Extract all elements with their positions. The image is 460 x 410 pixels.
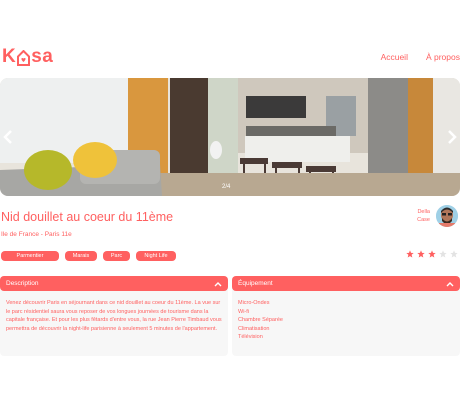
- description-toggle[interactable]: Description: [0, 276, 228, 291]
- star-rating: [406, 250, 458, 258]
- star-icon: [439, 250, 447, 258]
- previous-arrow-icon[interactable]: [3, 129, 13, 145]
- tag-item: Parc: [103, 251, 130, 261]
- star-icon: [417, 250, 425, 258]
- description-collapse: Description Venez découvrir Paris en séj…: [0, 276, 228, 356]
- host-portrait: [436, 205, 458, 227]
- gallery-carousel: 2/4: [0, 78, 460, 196]
- description-title: Description: [6, 280, 39, 287]
- host-info: Della Case: [417, 205, 458, 227]
- star-icon: [450, 250, 458, 258]
- host-avatar: [436, 205, 458, 227]
- main-nav: Accueil À propos: [381, 52, 460, 62]
- header: K sa Accueil À propos: [0, 44, 460, 74]
- equipment-item: Chambre Séparée: [238, 317, 283, 323]
- equipment-item: Télévision: [238, 334, 263, 340]
- equipment-title: Équipement: [238, 280, 273, 287]
- gallery-counter: 2/4: [222, 184, 231, 190]
- tag-list: Parmentier Marais Parc Night Life: [1, 251, 176, 261]
- equipment-item: Climatisation: [238, 325, 270, 332]
- equipment-toggle[interactable]: Équipement: [232, 276, 460, 291]
- star-icon: [406, 250, 414, 258]
- host-last-name: Case: [417, 217, 430, 223]
- tag-item: Parmentier: [1, 251, 59, 261]
- listing-location: Ile de France - Paris 11e: [1, 231, 72, 238]
- host-name: Della Case: [417, 208, 430, 224]
- apartment-photo: [0, 78, 460, 196]
- star-icon: [428, 250, 436, 258]
- house-icon: [17, 50, 31, 66]
- equipment-list: Micro-Ondes Wi-fi Chambre Séparée Climat…: [232, 288, 460, 356]
- logo-letter-k: K: [2, 46, 17, 67]
- next-arrow-icon[interactable]: [447, 129, 457, 145]
- kasa-logo[interactable]: K sa: [2, 46, 53, 68]
- equipment-item: Micro-Ondes: [238, 300, 270, 306]
- listing-title: Nid douillet au coeur du 11ème: [1, 210, 174, 224]
- nav-link-a-propos[interactable]: À propos: [426, 52, 460, 62]
- equipment-collapse: Équipement Micro-Ondes Wi-fi Chambre Sép…: [232, 276, 460, 356]
- logo-letters-sa: sa: [31, 46, 54, 67]
- chevron-up-icon[interactable]: [214, 281, 222, 287]
- description-text: Venez découvrir Paris en séjournant dans…: [6, 300, 222, 332]
- description-body: Venez découvrir Paris en séjournant dans…: [0, 288, 228, 356]
- nav-link-accueil[interactable]: Accueil: [381, 52, 408, 62]
- tag-item: Marais: [65, 251, 97, 261]
- equipment-item: Wi-fi: [238, 308, 249, 315]
- host-first-name: Della: [417, 209, 430, 215]
- tag-item: Night Life: [136, 251, 176, 261]
- chevron-up-icon[interactable]: [446, 281, 454, 287]
